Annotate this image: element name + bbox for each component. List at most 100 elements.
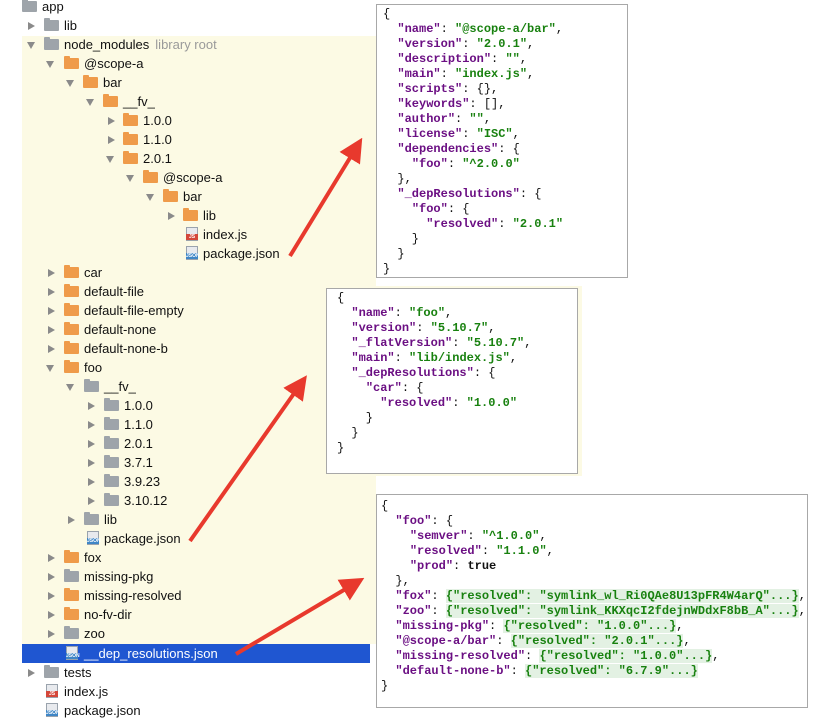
tree-item-index-js-inner[interactable]: JS index.js bbox=[0, 225, 380, 244]
tree-item-index-js[interactable]: JS index.js bbox=[0, 682, 380, 701]
tree-item-scope-a[interactable]: @scope-a bbox=[0, 54, 380, 73]
folder-icon bbox=[84, 379, 99, 392]
chevron-right-icon[interactable] bbox=[88, 459, 95, 467]
json-file-icon: JSON bbox=[87, 531, 101, 545]
folder-icon bbox=[104, 436, 119, 449]
chevron-down-icon[interactable] bbox=[46, 61, 54, 68]
chevron-right-icon[interactable] bbox=[48, 592, 55, 600]
chevron-right-icon[interactable] bbox=[48, 269, 55, 277]
chevron-right-icon[interactable] bbox=[168, 212, 175, 220]
tree-item-default-file-empty[interactable]: default-file-empty bbox=[0, 301, 380, 320]
tree-item-lib-inner[interactable]: lib bbox=[0, 206, 380, 225]
tree-item-foo-version-1-1-0[interactable]: 1.1.0 bbox=[0, 415, 320, 434]
package-folder-icon bbox=[123, 151, 138, 164]
folder-icon bbox=[104, 455, 119, 468]
package-folder-icon bbox=[64, 588, 79, 601]
chevron-right-icon[interactable] bbox=[48, 307, 55, 315]
chevron-down-icon[interactable] bbox=[86, 99, 94, 106]
js-file-icon: JS bbox=[46, 684, 58, 698]
chevron-right-icon[interactable] bbox=[48, 554, 55, 562]
tree-item-app[interactable]: app bbox=[0, 0, 380, 16]
chevron-right-icon[interactable] bbox=[48, 573, 55, 581]
package-folder-icon bbox=[183, 208, 198, 221]
tree-item-foo-version-2-0-1[interactable]: 2.0.1 bbox=[0, 434, 320, 453]
tree-item-foo-version-1-0-0[interactable]: 1.0.0 bbox=[0, 396, 320, 415]
tree-item-foo-version-3-10-12[interactable]: 3.10.12 bbox=[0, 491, 320, 510]
chevron-right-icon[interactable] bbox=[48, 326, 55, 334]
package-folder-icon bbox=[64, 56, 79, 69]
chevron-right-icon[interactable] bbox=[88, 478, 95, 486]
tree-item-default-none[interactable]: default-none bbox=[0, 320, 380, 339]
chevron-right-icon[interactable] bbox=[68, 516, 75, 524]
tree-item-version-1-0-0[interactable]: 1.0.0 bbox=[0, 111, 380, 130]
chevron-down-icon[interactable] bbox=[146, 194, 154, 201]
chevron-down-icon[interactable] bbox=[27, 42, 35, 49]
package-folder-icon bbox=[64, 550, 79, 563]
json-file-icon: JSON bbox=[186, 246, 200, 260]
package-folder-icon bbox=[64, 360, 79, 373]
tree-item-dep-resolutions-json[interactable]: JSON __dep_resolutions.json bbox=[22, 644, 370, 663]
chevron-right-icon[interactable] bbox=[28, 669, 35, 677]
tree-item-version-2-0-1[interactable]: 2.0.1 bbox=[0, 149, 380, 168]
tree-item-foo-fv[interactable]: __fv_ bbox=[0, 377, 320, 396]
tree-item-foo-version-3-7-1[interactable]: 3.7.1 bbox=[0, 453, 320, 472]
tree-item-zoo[interactable]: zoo bbox=[0, 624, 360, 643]
bar-package-json-preview: { "name": "@scope-a/bar", "version": "2.… bbox=[376, 4, 628, 278]
chevron-right-icon[interactable] bbox=[48, 630, 55, 638]
package-folder-icon bbox=[64, 341, 79, 354]
chevron-down-icon[interactable] bbox=[66, 80, 74, 87]
chevron-right-icon[interactable] bbox=[48, 288, 55, 296]
tree-item-foo-package-json[interactable]: JSON package.json bbox=[0, 529, 320, 548]
tree-item-default-none-b[interactable]: default-none-b bbox=[0, 339, 380, 358]
chevron-right-icon[interactable] bbox=[28, 22, 35, 30]
chevron-right-icon[interactable] bbox=[88, 440, 95, 448]
package-folder-icon bbox=[64, 607, 79, 620]
tree-item-car[interactable]: car bbox=[0, 263, 380, 282]
chevron-right-icon[interactable] bbox=[108, 117, 115, 125]
tree-item-version-1-1-0[interactable]: 1.1.0 bbox=[0, 130, 380, 149]
tree-item-foo-version-3-9-23[interactable]: 3.9.23 bbox=[0, 472, 320, 491]
json-file-icon: JSON bbox=[46, 703, 60, 717]
chevron-right-icon[interactable] bbox=[48, 611, 55, 619]
json-file-icon: JSON bbox=[66, 646, 80, 660]
tree-item-bar-inner[interactable]: bar bbox=[0, 187, 380, 206]
package-folder-icon bbox=[83, 75, 98, 88]
chevron-right-icon[interactable] bbox=[88, 497, 95, 505]
tree-item-missing-pkg[interactable]: missing-pkg bbox=[0, 567, 360, 586]
tree-item-tests[interactable]: tests bbox=[0, 663, 380, 682]
tree-item-fv[interactable]: __fv_ bbox=[0, 92, 380, 111]
folder-icon bbox=[64, 569, 79, 582]
package-folder-icon bbox=[64, 284, 79, 297]
tree-item-fox[interactable]: fox bbox=[0, 548, 360, 567]
chevron-down-icon[interactable] bbox=[126, 175, 134, 182]
chevron-down-icon[interactable] bbox=[106, 156, 114, 163]
tree-item-default-file[interactable]: default-file bbox=[0, 282, 380, 301]
folder-icon bbox=[44, 37, 59, 50]
package-folder-icon bbox=[64, 322, 79, 335]
chevron-right-icon[interactable] bbox=[88, 421, 95, 429]
folder-icon bbox=[84, 512, 99, 525]
chevron-right-icon[interactable] bbox=[108, 136, 115, 144]
package-folder-icon bbox=[103, 94, 118, 107]
tree-item-node-modules[interactable]: node_modules library root bbox=[0, 35, 380, 54]
tree-item-package-json-inner[interactable]: JSON package.json bbox=[0, 244, 380, 263]
tree-item-package-json[interactable]: JSON package.json bbox=[0, 701, 380, 720]
chevron-right-icon[interactable] bbox=[48, 345, 55, 353]
folder-icon bbox=[44, 665, 59, 678]
folder-icon bbox=[44, 18, 59, 31]
tree-item-no-fv-dir[interactable]: no-fv-dir bbox=[0, 605, 360, 624]
chevron-down-icon[interactable] bbox=[46, 365, 54, 372]
package-folder-icon bbox=[123, 132, 138, 145]
tree-item-lib[interactable]: lib bbox=[0, 16, 380, 35]
folder-icon bbox=[104, 417, 119, 430]
tree-item-bar[interactable]: bar bbox=[0, 73, 380, 92]
folder-icon bbox=[104, 493, 119, 506]
tree-item-scope-a-inner[interactable]: @scope-a bbox=[0, 168, 380, 187]
package-folder-icon bbox=[64, 303, 79, 316]
folder-icon bbox=[64, 626, 79, 639]
chevron-right-icon[interactable] bbox=[88, 402, 95, 410]
tree-item-missing-resolved[interactable]: missing-resolved bbox=[0, 586, 360, 605]
tree-item-foo[interactable]: foo bbox=[0, 358, 320, 377]
chevron-down-icon[interactable] bbox=[66, 384, 74, 391]
tree-item-foo-lib[interactable]: lib bbox=[0, 510, 320, 529]
